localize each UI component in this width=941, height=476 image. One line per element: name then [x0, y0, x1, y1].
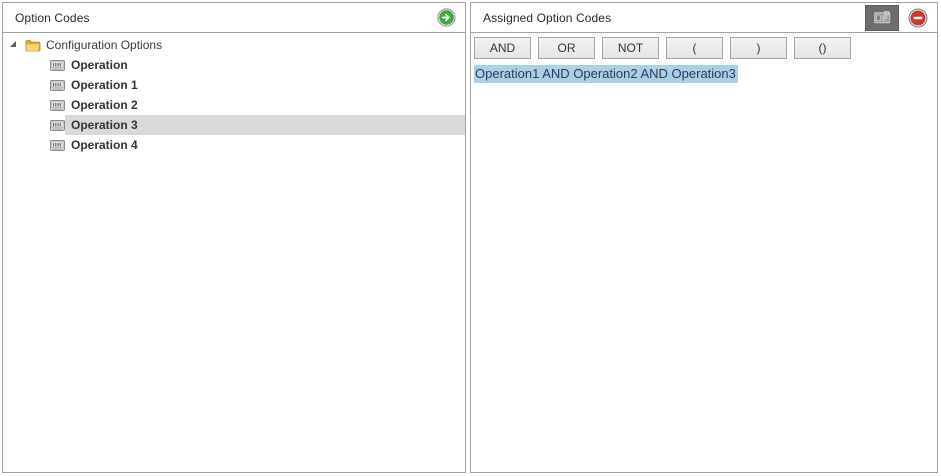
assigned-option-codes-title: Assigned Option Codes [483, 11, 865, 25]
option-codes-header: Option Codes [3, 3, 465, 33]
tree-item-label: Operation [71, 58, 128, 72]
operator-buttons: AND OR NOT ( ) () [474, 37, 937, 59]
operator-button[interactable]: OR [538, 37, 595, 59]
tree-item-operation[interactable]: Operation [3, 55, 465, 75]
tree-item-operation[interactable]: Operation 4 [3, 135, 465, 155]
operator-button[interactable]: () [794, 37, 851, 59]
operator-button[interactable]: ( [666, 37, 723, 59]
red-remove-icon [908, 8, 928, 28]
option-codes-panel: Option Codes [2, 2, 466, 473]
operator-button[interactable]: ) [730, 37, 787, 59]
expression-area[interactable]: Operation1 AND Operation2 AND Operation3 [474, 66, 934, 81]
option-code-icon [50, 60, 65, 71]
tree-items: Operation Operation 1 Operation 2 [3, 55, 465, 155]
tree-item-label: Operation 4 [71, 138, 138, 152]
tree-root-configuration-options[interactable]: Configuration Options [3, 35, 465, 55]
assigned-option-codes-header: Assigned Option Codes [471, 3, 937, 33]
remove-button[interactable] [908, 8, 928, 28]
expander-icon[interactable] [10, 41, 16, 47]
tree-item-operation[interactable]: Operation 1 [3, 75, 465, 95]
expression-text[interactable]: Operation1 AND Operation2 AND Operation3 [474, 65, 738, 83]
operator-button[interactable]: AND [474, 37, 531, 59]
tree-root-label: Configuration Options [46, 38, 162, 52]
tree-item-label: Operation 1 [71, 78, 138, 92]
option-code-icon [50, 140, 65, 151]
option-codes-tree: Configuration Options Operation [3, 33, 465, 155]
option-code-icon [50, 80, 65, 91]
folder-icon [25, 39, 41, 52]
option-code-editor: Option Codes [0, 0, 941, 476]
tree-item-label: Operation 3 [71, 118, 138, 132]
tree-item-operation[interactable]: Operation 2 [3, 95, 465, 115]
tree-item-operation[interactable]: Operation 3 [3, 115, 465, 135]
green-arrow-right-icon [437, 8, 456, 27]
option-code-icon [50, 100, 65, 111]
assign-option-code-button[interactable] [437, 8, 456, 27]
edit-expression-button[interactable] [865, 5, 899, 31]
assigned-option-codes-panel: Assigned Option Codes [470, 2, 938, 473]
expression-card-icon [874, 11, 891, 24]
option-code-icon [50, 120, 65, 131]
operator-button[interactable]: NOT [602, 37, 659, 59]
option-codes-title: Option Codes [15, 11, 437, 25]
tree-item-label: Operation 2 [71, 98, 138, 112]
